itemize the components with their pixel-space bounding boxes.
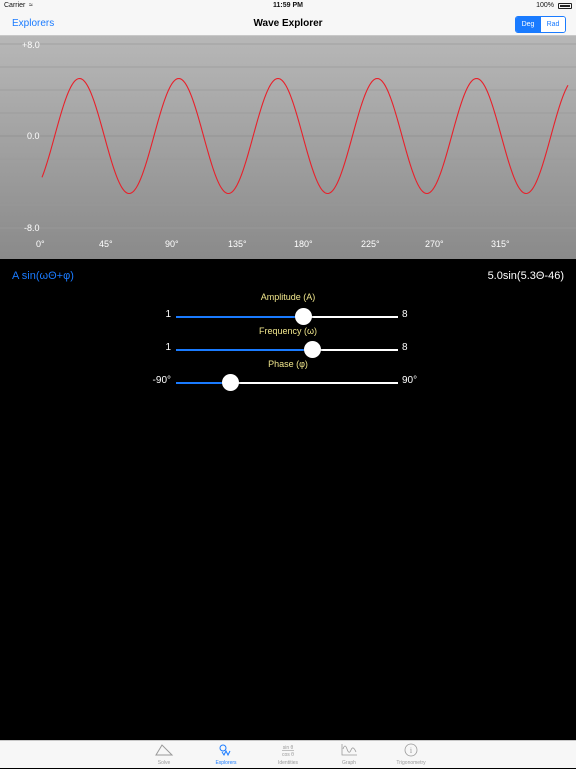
y-tick-label: -8.0 bbox=[24, 223, 40, 233]
current-equation: 5.0sin(5.3Θ-46) bbox=[487, 270, 564, 282]
triangle-icon bbox=[155, 744, 174, 756]
amplitude-max-label: 8 bbox=[402, 309, 408, 320]
tab-explorers[interactable]: Explorers bbox=[196, 741, 256, 769]
tab-label: Solve bbox=[157, 760, 171, 766]
phase-max-label: 90° bbox=[402, 375, 418, 386]
x-tick-label: 90° bbox=[165, 239, 179, 249]
frequency-slider-title: Frequency (ω) bbox=[258, 326, 318, 336]
amplitude-slider[interactable] bbox=[176, 308, 398, 325]
tab-graph[interactable]: Graph bbox=[319, 741, 379, 769]
frequency-max-label: 8 bbox=[402, 342, 408, 353]
amplitude-slider-fill bbox=[176, 316, 303, 318]
tab-identities[interactable]: sin θ cos θ Identities bbox=[258, 741, 318, 769]
wave-explorer-icon bbox=[219, 744, 231, 757]
tab-label: Explorers bbox=[215, 760, 237, 766]
tab-label: Identities bbox=[277, 760, 298, 766]
formula-label: A sin(ωΘ+φ) bbox=[12, 270, 74, 282]
phase-slider-thumb[interactable] bbox=[222, 374, 240, 391]
navigation-bar: Explorers Wave Explorer Deg Rad bbox=[0, 12, 576, 36]
wave-plot-svg bbox=[0, 43, 576, 229]
x-tick-label: 135° bbox=[228, 239, 247, 249]
y-tick-label: 0.0 bbox=[27, 131, 40, 141]
phase-slider[interactable] bbox=[176, 374, 398, 391]
amplitude-min-label: 1 bbox=[165, 309, 171, 320]
graph-icon bbox=[341, 744, 357, 756]
tab-bar: Solve Explorers sin θ cos θ Identities G… bbox=[0, 740, 576, 768]
battery-icon bbox=[558, 3, 572, 9]
rad-segment[interactable]: Rad bbox=[540, 17, 565, 32]
amplitude-slider-title: Amplitude (A) bbox=[260, 292, 316, 302]
tab-solve[interactable]: Solve bbox=[134, 741, 194, 769]
identity-icon: sin θ cos θ bbox=[282, 745, 294, 757]
battery-percent: 100% bbox=[536, 2, 554, 9]
info-icon: i bbox=[404, 743, 418, 757]
status-bar: Carrier ≈ 11:59 PM 100% bbox=[0, 0, 576, 12]
x-tick-label: 225° bbox=[361, 239, 380, 249]
wave-plot: +8.0 0.0 -8.0 0° 45° 90° 135° 180° 225° … bbox=[0, 36, 576, 259]
amplitude-slider-thumb[interactable] bbox=[294, 308, 312, 325]
svg-text:cos θ: cos θ bbox=[282, 752, 294, 757]
svg-text:i: i bbox=[410, 746, 413, 755]
phase-min-label: -90° bbox=[152, 375, 171, 386]
frequency-slider-fill bbox=[176, 349, 313, 351]
tab-label: Trigonometry bbox=[396, 760, 426, 766]
x-tick-label: 270° bbox=[425, 239, 444, 249]
x-tick-label: 45° bbox=[99, 239, 113, 249]
tab-label: Graph bbox=[342, 760, 356, 766]
y-tick-label: +8.0 bbox=[22, 40, 40, 50]
x-tick-label: 0° bbox=[36, 239, 45, 249]
frequency-min-label: 1 bbox=[165, 342, 171, 353]
x-tick-label: 315° bbox=[491, 239, 510, 249]
frequency-slider-thumb[interactable] bbox=[304, 341, 322, 358]
page-title: Wave Explorer bbox=[253, 18, 323, 29]
controls-panel: A sin(ωΘ+φ) 5.0sin(5.3Θ-46) Amplitude (A… bbox=[0, 259, 576, 740]
phase-slider-title: Phase (φ) bbox=[268, 359, 308, 369]
x-tick-label: 180° bbox=[294, 239, 313, 249]
frequency-slider[interactable] bbox=[176, 341, 398, 358]
tab-trigonometry[interactable]: i Trigonometry bbox=[381, 741, 441, 769]
angle-unit-toggle[interactable]: Deg Rad bbox=[515, 16, 566, 33]
svg-text:sin θ: sin θ bbox=[283, 745, 294, 751]
clock: 11:59 PM bbox=[273, 2, 303, 9]
deg-segment[interactable]: Deg bbox=[516, 17, 540, 32]
